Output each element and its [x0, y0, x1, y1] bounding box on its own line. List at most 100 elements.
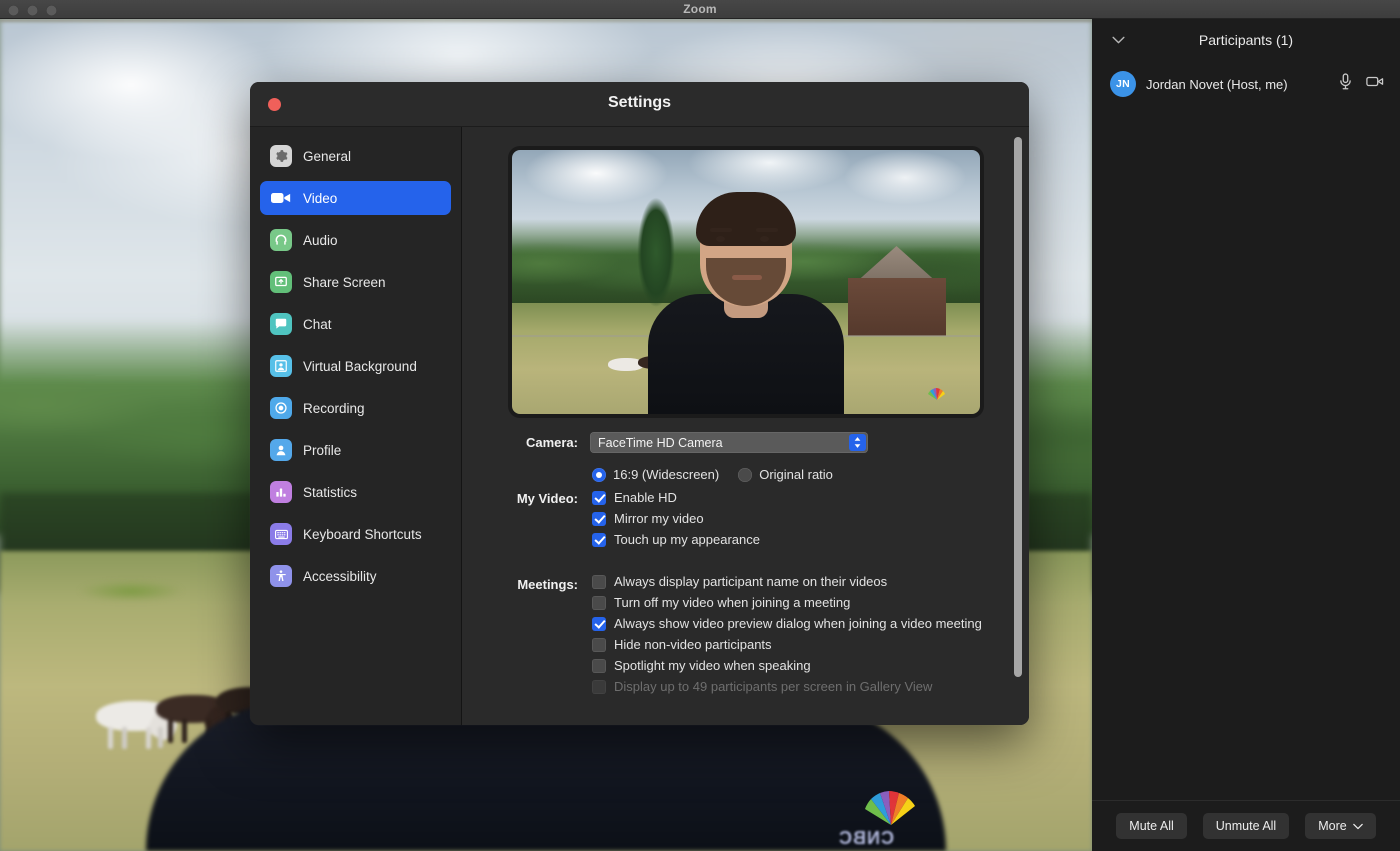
chevron-down-icon: [1353, 819, 1363, 833]
checkbox-turn-off-video-on-join-row: Turn off my video when joining a meeting: [592, 595, 995, 610]
sidebar-item-statistics[interactable]: Statistics: [260, 475, 451, 509]
checkbox-mirror-my-video[interactable]: [592, 512, 606, 526]
video-camera-icon: [270, 187, 292, 209]
preview-person: [648, 182, 844, 414]
sidebar-item-label: Virtual Background: [303, 359, 417, 374]
meetings-row: Meetings: Always display participant nam…: [462, 574, 995, 700]
share-screen-icon: [270, 271, 292, 293]
checkbox-display-participant-name-label: Always display participant name on their…: [614, 574, 887, 589]
checkbox-turn-off-video-on-join-label: Turn off my video when joining a meeting: [614, 595, 850, 610]
participants-header: Participants (1): [1092, 19, 1400, 61]
sidebar-item-label: Keyboard Shortcuts: [303, 527, 422, 542]
checkbox-hide-non-video-participants-label: Hide non-video participants: [614, 637, 772, 652]
camera-preview: [512, 150, 980, 414]
radio-original-ratio-label: Original ratio: [759, 467, 833, 482]
checkbox-enable-hd[interactable]: [592, 491, 606, 505]
camera-select[interactable]: FaceTime HD Camera: [590, 432, 868, 453]
checkbox-show-video-preview-dialog[interactable]: [592, 617, 606, 631]
headphones-icon: [270, 229, 292, 251]
checkbox-show-video-preview-dialog-label: Always show video preview dialog when jo…: [614, 616, 982, 631]
aspect-ratio-group: 16:9 (Widescreen) Original ratio: [592, 467, 995, 482]
record-icon: [270, 397, 292, 419]
participants-title: Participants (1): [1092, 32, 1400, 48]
sidebar-item-label: Recording: [303, 401, 365, 416]
radio-original-ratio[interactable]: [738, 468, 752, 482]
participants-footer: Mute All Unmute All More: [1092, 800, 1400, 851]
checkbox-mirror-my-video-row: Mirror my video: [592, 511, 995, 526]
participants-panel: Participants (1) JN Jordan Novet (Host, …: [1092, 19, 1400, 851]
preview-cnbc-logo: [922, 380, 952, 402]
checkbox-touch-up-appearance[interactable]: [592, 533, 606, 547]
checkbox-hide-non-video-participants-row: Hide non-video participants: [592, 637, 995, 652]
checkbox-hide-non-video-participants[interactable]: [592, 638, 606, 652]
window-title: Zoom: [0, 2, 1400, 16]
meetings-label: Meetings:: [488, 574, 578, 592]
sidebar-item-label: Chat: [303, 317, 332, 332]
checkbox-display-participant-name[interactable]: [592, 575, 606, 589]
bar-chart-icon: [270, 481, 292, 503]
checkbox-show-video-preview-dialog-row: Always show video preview dialog when jo…: [592, 616, 995, 631]
settings-scrollbar[interactable]: [1014, 137, 1022, 677]
sidebar-item-chat[interactable]: Chat: [260, 307, 451, 341]
checkbox-turn-off-video-on-join[interactable]: [592, 596, 606, 610]
chevron-down-icon[interactable]: [1110, 32, 1126, 48]
sidebar-item-accessibility[interactable]: Accessibility: [260, 559, 451, 593]
zoom-app-window: Zoom: [0, 0, 1400, 851]
accessibility-icon: [270, 565, 292, 587]
settings-title: Settings: [250, 94, 1029, 112]
virtual-background-icon: [270, 355, 292, 377]
background-fence: [0, 19, 1092, 22]
gear-icon: [270, 145, 292, 167]
video-settings-form: Camera: FaceTime HD Camera My: [462, 432, 1029, 700]
checkbox-enable-hd-label: Enable HD: [614, 490, 677, 505]
sidebar-item-label: Video: [303, 191, 337, 206]
keyboard-icon: [270, 523, 292, 545]
checkbox-display-49-participants-row: Display up to 49 participants per screen…: [592, 679, 995, 694]
sidebar-item-share-screen[interactable]: Share Screen: [260, 265, 451, 299]
cnbc-peacock-logo: [845, 767, 937, 831]
person-icon: [270, 439, 292, 461]
checkbox-touch-up-appearance-row: Touch up my appearance: [592, 532, 995, 547]
sidebar-item-recording[interactable]: Recording: [260, 391, 451, 425]
mute-all-button[interactable]: Mute All: [1116, 813, 1186, 839]
sidebar-item-label: Share Screen: [303, 275, 386, 290]
checkbox-mirror-my-video-label: Mirror my video: [614, 511, 704, 526]
settings-dialog: Settings General Video: [250, 82, 1029, 725]
checkbox-display-49-participants: [592, 680, 606, 694]
more-button-label: More: [1318, 819, 1346, 833]
more-button[interactable]: More: [1305, 813, 1375, 839]
sidebar-item-audio[interactable]: Audio: [260, 223, 451, 257]
camera-label: Camera:: [488, 432, 578, 450]
sidebar-item-label: General: [303, 149, 351, 164]
sidebar-item-keyboard-shortcuts[interactable]: Keyboard Shortcuts: [260, 517, 451, 551]
checkbox-spotlight-my-video-label: Spotlight my video when speaking: [614, 658, 811, 673]
video-camera-icon[interactable]: [1366, 75, 1384, 93]
sidebar-item-label: Profile: [303, 443, 341, 458]
checkbox-display-participant-name-row: Always display participant name on their…: [592, 574, 995, 589]
sidebar-item-virtual-background[interactable]: Virtual Background: [260, 349, 451, 383]
sidebar-item-general[interactable]: General: [260, 139, 451, 173]
settings-body: General Video Audio: [250, 126, 1029, 725]
settings-titlebar: Settings: [250, 82, 1029, 126]
radio-16-9[interactable]: [592, 468, 606, 482]
unmute-all-button[interactable]: Unmute All: [1203, 813, 1289, 839]
list-item[interactable]: JN Jordan Novet (Host, me): [1092, 65, 1400, 103]
my-video-row: My Video: 16:9 (Widescreen) Original rat…: [462, 458, 995, 553]
sidebar-item-label: Accessibility: [303, 569, 377, 584]
camera-row: Camera: FaceTime HD Camera: [462, 432, 995, 453]
sidebar-item-profile[interactable]: Profile: [260, 433, 451, 467]
microphone-icon[interactable]: [1339, 73, 1352, 95]
sidebar-item-video[interactable]: Video: [260, 181, 451, 215]
checkbox-spotlight-my-video[interactable]: [592, 659, 606, 673]
my-video-label: My Video:: [488, 458, 578, 506]
participants-list: JN Jordan Novet (Host, me): [1092, 61, 1400, 800]
avatar: JN: [1110, 71, 1136, 97]
chat-bubble-icon: [270, 313, 292, 335]
checkbox-enable-hd-row: Enable HD: [592, 490, 995, 505]
settings-sidebar: General Video Audio: [250, 127, 462, 725]
settings-content-video: Camera: FaceTime HD Camera My: [462, 127, 1029, 725]
checkbox-touch-up-appearance-label: Touch up my appearance: [614, 532, 760, 547]
radio-16-9-label: 16:9 (Widescreen): [613, 467, 719, 482]
sidebar-item-label: Statistics: [303, 485, 357, 500]
cnbc-wordmark: CNBC: [838, 828, 894, 849]
